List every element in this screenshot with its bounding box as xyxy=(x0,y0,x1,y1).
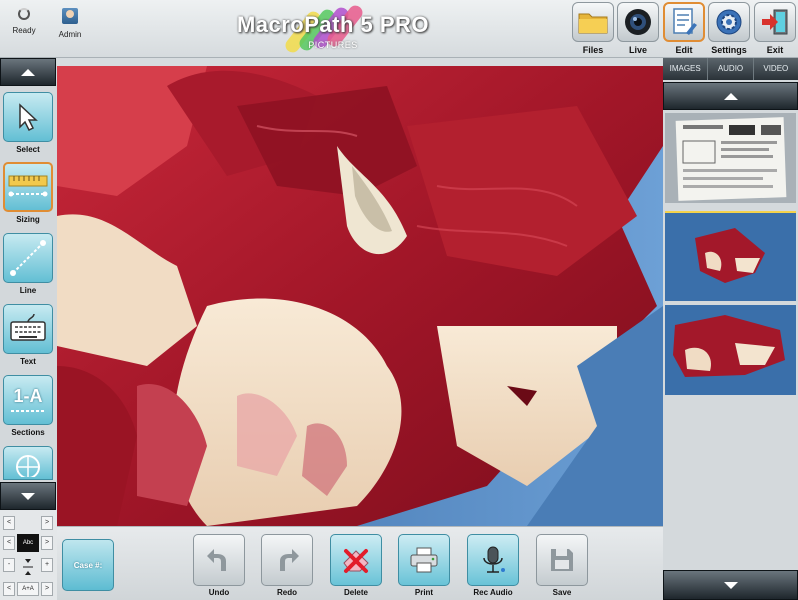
line-icon xyxy=(10,240,46,276)
top-bar: Ready Admin MacroPath 5 PRO PICTURES Fil… xyxy=(0,0,798,58)
floppy-disk-icon xyxy=(551,549,573,571)
arrow-down-icon xyxy=(21,492,35,500)
app-logo: MacroPath 5 PRO PICTURES xyxy=(228,2,448,56)
sections-tool-label: Sections xyxy=(11,428,45,437)
microphone-icon xyxy=(483,546,505,573)
specimen-slice-thumbnail xyxy=(665,305,796,395)
grid-tool-button[interactable] xyxy=(2,446,54,480)
user-label: Admin xyxy=(58,30,82,39)
tab-video[interactable]: VIDEO xyxy=(754,58,798,80)
thumbs-scroll-up-button[interactable] xyxy=(663,82,798,110)
user-status[interactable]: Admin xyxy=(50,8,90,39)
media-panel: IMAGES AUDIO VIDEO xyxy=(663,58,798,600)
save-button[interactable]: Save xyxy=(534,534,590,597)
select-tool-button[interactable]: Select xyxy=(2,92,54,154)
tools-scroll-down-button[interactable] xyxy=(0,482,56,510)
nudge-left-button[interactable]: < xyxy=(3,536,15,550)
eraser-delete-icon xyxy=(343,549,369,573)
nudge-right-down-button[interactable]: > xyxy=(41,582,53,596)
tab-audio[interactable]: AUDIO xyxy=(708,58,754,80)
arrow-up-icon xyxy=(21,68,35,76)
user-avatar-icon xyxy=(62,8,78,24)
exit-button[interactable]: Exit xyxy=(753,2,797,55)
undo-label: Undo xyxy=(208,588,230,597)
text-tool-button[interactable]: Text xyxy=(2,304,54,366)
redo-label: Redo xyxy=(277,588,297,597)
nudge-left-up-button[interactable]: < xyxy=(3,516,15,530)
ruler-icon xyxy=(8,175,48,197)
undo-button[interactable]: Undo xyxy=(191,534,247,597)
print-label: Print xyxy=(414,588,434,597)
redo-icon xyxy=(280,549,299,571)
size-decrease-button[interactable]: - xyxy=(3,558,15,572)
nudge-right-up-button[interactable]: > xyxy=(41,516,53,530)
edit-button[interactable]: Edit xyxy=(662,2,706,55)
media-tabs: IMAGES AUDIO VIDEO xyxy=(663,58,798,80)
record-audio-button[interactable]: Rec Audio xyxy=(465,534,521,597)
sizing-tool-label: Sizing xyxy=(16,215,40,224)
edit-label: Edit xyxy=(675,45,693,55)
line-tool-button[interactable]: Line xyxy=(2,233,54,295)
save-label: Save xyxy=(552,588,572,597)
case-number-field[interactable]: Case #: xyxy=(62,539,114,591)
text-tool-label: Text xyxy=(20,357,36,366)
thumbs-scroll-down-button[interactable] xyxy=(663,570,798,600)
settings-label: Settings xyxy=(711,45,747,55)
specimen-image-canvas[interactable] xyxy=(57,66,663,526)
delete-label: Delete xyxy=(343,588,368,597)
tools-scroll-up-button[interactable] xyxy=(0,58,56,86)
thumbnail-requisition[interactable] xyxy=(665,113,796,203)
crosshair-icon xyxy=(16,455,40,477)
folder-icon xyxy=(578,13,608,34)
keyboard-icon xyxy=(10,313,46,341)
case-number-label: Case #: xyxy=(73,560,103,570)
cursor-arrow-icon xyxy=(19,103,38,132)
gear-icon xyxy=(716,9,742,35)
text-sample-preview: Abc xyxy=(17,534,39,552)
sizing-tool-button[interactable]: Sizing xyxy=(2,162,54,224)
printer-icon xyxy=(410,547,438,573)
print-button[interactable]: Print xyxy=(396,534,452,597)
select-tool-label: Select xyxy=(16,145,40,154)
settings-button[interactable]: Settings xyxy=(707,2,751,55)
line-tool-label: Line xyxy=(19,286,37,295)
app-subtitle: PICTURES xyxy=(308,40,358,50)
thumbnail-specimen-2[interactable] xyxy=(665,305,796,395)
ready-spinner-icon xyxy=(18,8,30,20)
redo-button[interactable]: Redo xyxy=(259,534,315,597)
font-size-button[interactable]: A+A xyxy=(17,582,39,596)
tool-panel: Select Sizing Line Text 1-A Sections xyxy=(0,58,57,510)
arrow-down-icon xyxy=(723,581,738,589)
exit-label: Exit xyxy=(766,45,784,55)
status-ready-label: Ready xyxy=(12,26,36,35)
undo-icon xyxy=(207,549,226,571)
bottom-toolbar: Case #: Undo Redo Delete Print Rec Audio… xyxy=(57,526,663,600)
sections-tool-button[interactable]: 1-A Sections xyxy=(2,375,54,437)
live-button[interactable]: Live xyxy=(616,2,660,55)
files-button[interactable]: Files xyxy=(571,2,615,55)
nudge-right-button[interactable]: > xyxy=(41,536,53,550)
nudge-pad: < > < Abc > - + < A+A > xyxy=(0,510,57,600)
tab-images[interactable]: IMAGES xyxy=(663,58,709,80)
status-ready: Ready xyxy=(4,8,44,35)
sections-underline-icon xyxy=(11,409,45,412)
edit-icon xyxy=(673,8,697,35)
record-audio-label: Rec Audio xyxy=(473,588,513,597)
nudge-vertical-arrows-icon xyxy=(23,559,33,575)
specimen-slice-thumbnail xyxy=(665,213,796,301)
thumbnail-specimen-1[interactable] xyxy=(665,211,796,301)
live-label: Live xyxy=(628,45,647,55)
arrow-up-icon xyxy=(723,92,738,100)
size-increase-button[interactable]: + xyxy=(41,558,53,572)
nudge-left-down-button[interactable]: < xyxy=(3,582,15,596)
camera-icon xyxy=(625,9,651,35)
files-label: Files xyxy=(582,45,604,55)
exit-icon xyxy=(762,9,788,35)
delete-button[interactable]: Delete xyxy=(328,534,384,597)
heart-specimen-photo xyxy=(57,66,663,526)
app-title: MacroPath 5 PRO xyxy=(236,12,430,37)
sections-glyph: 1-A xyxy=(13,385,43,406)
requisition-form-thumbnail xyxy=(665,113,796,203)
